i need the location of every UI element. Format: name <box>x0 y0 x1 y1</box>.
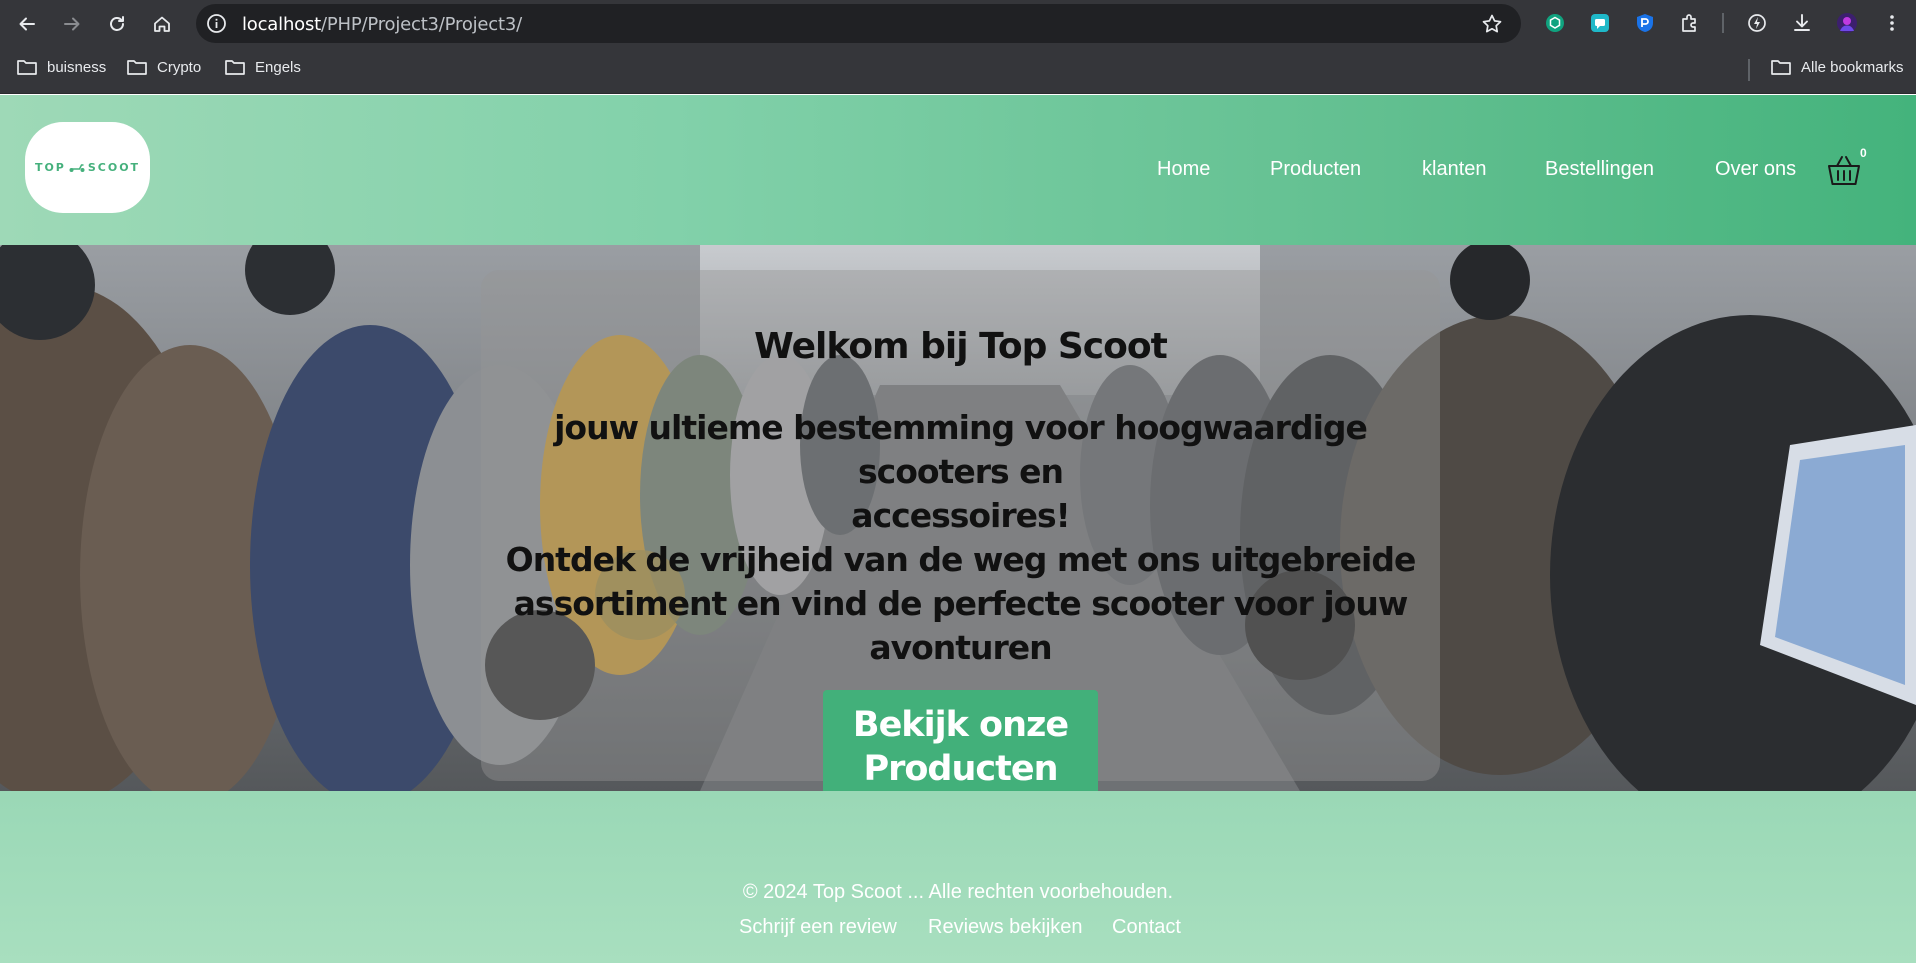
hero-title: Welkom bij Top Scoot <box>754 326 1168 367</box>
reload-icon <box>110 16 124 31</box>
site-info-icon[interactable] <box>206 13 227 34</box>
nav-bestellingen[interactable]: Bestellingen <box>1545 158 1654 181</box>
nav-over-ons[interactable]: Over ons <box>1715 158 1796 181</box>
arrow-right-icon <box>64 17 80 31</box>
cart-count-badge: 0 <box>1860 146 1867 160</box>
bookmarks-bar: buisness Crypto Engels Alle bookmarks <box>0 46 1916 94</box>
folder-icon <box>1771 60 1791 75</box>
site-footer: © 2024 Top Scoot ... Alle rechten voorbe… <box>0 791 1916 963</box>
forward-button[interactable] <box>56 8 88 40</box>
bookmark-folder-crypto[interactable]: Crypto <box>126 58 201 76</box>
address-bar[interactable]: localhost/PHP/Project3/Project3/ <box>196 4 1521 43</box>
home-icon <box>154 16 170 32</box>
nav-producten[interactable]: Producten <box>1270 158 1361 181</box>
hero-description: jouw ultieme bestemming voor hoogwaardig… <box>505 408 1417 667</box>
bookmarks-separator <box>1748 59 1750 81</box>
toolbar-separator <box>1722 13 1724 33</box>
folder-icon <box>127 60 147 75</box>
url-text: localhost/PHP/Project3/Project3/ <box>242 14 522 35</box>
back-button[interactable] <box>11 8 43 40</box>
bookmark-folder-buisness[interactable]: buisness <box>16 58 106 76</box>
nav-home[interactable]: Home <box>1157 158 1210 181</box>
scooter-logo-icon <box>69 164 85 172</box>
folder-icon <box>17 60 37 75</box>
hero-section: Welkom bij Top Scoot jouw ultieme bestem… <box>0 245 1916 791</box>
chat-extension-icon[interactable] <box>1588 11 1612 35</box>
extensions-puzzle-icon[interactable] <box>1678 11 1702 35</box>
profile-avatar[interactable] <box>1835 11 1859 35</box>
site-header: TOP SCOOT Home Producten klanten Bestelli… <box>0 95 1916 245</box>
footer-link-write-review[interactable]: Schrijf een review <box>739 916 897 939</box>
chatgpt-extension-icon[interactable] <box>1543 11 1567 35</box>
download-icon[interactable] <box>1790 11 1814 35</box>
browser-toolbar: localhost/PHP/Project3/Project3/ <box>0 0 1916 46</box>
performance-icon[interactable] <box>1745 11 1769 35</box>
reload-button[interactable] <box>101 8 133 40</box>
shopping-basket-icon[interactable] <box>1826 153 1862 189</box>
folder-icon <box>225 60 245 75</box>
site-logo[interactable]: TOP SCOOT <box>25 122 150 213</box>
password-extension-icon[interactable] <box>1633 11 1657 35</box>
arrow-left-icon <box>19 17 35 31</box>
view-products-button[interactable]: Bekijk onze Producten <box>823 690 1098 791</box>
copyright-text: © 2024 Top Scoot ... Alle rechten voorbe… <box>742 881 1174 903</box>
footer-link-contact[interactable]: Contact <box>1112 916 1181 939</box>
bookmark-folder-engels[interactable]: Engels <box>224 58 301 76</box>
menu-kebab-icon[interactable] <box>1880 11 1904 35</box>
logo-wordmark: TOP SCOOT <box>34 161 141 174</box>
all-bookmarks-button[interactable]: Alle bookmarks <box>1770 58 1904 76</box>
footer-link-view-reviews[interactable]: Reviews bekijken <box>928 916 1083 939</box>
welcome-panel: Welkom bij Top Scoot jouw ultieme bestem… <box>481 270 1440 791</box>
home-button[interactable] <box>146 8 178 40</box>
nav-klanten[interactable]: klanten <box>1422 158 1487 181</box>
bookmark-star-icon[interactable] <box>1481 13 1503 35</box>
